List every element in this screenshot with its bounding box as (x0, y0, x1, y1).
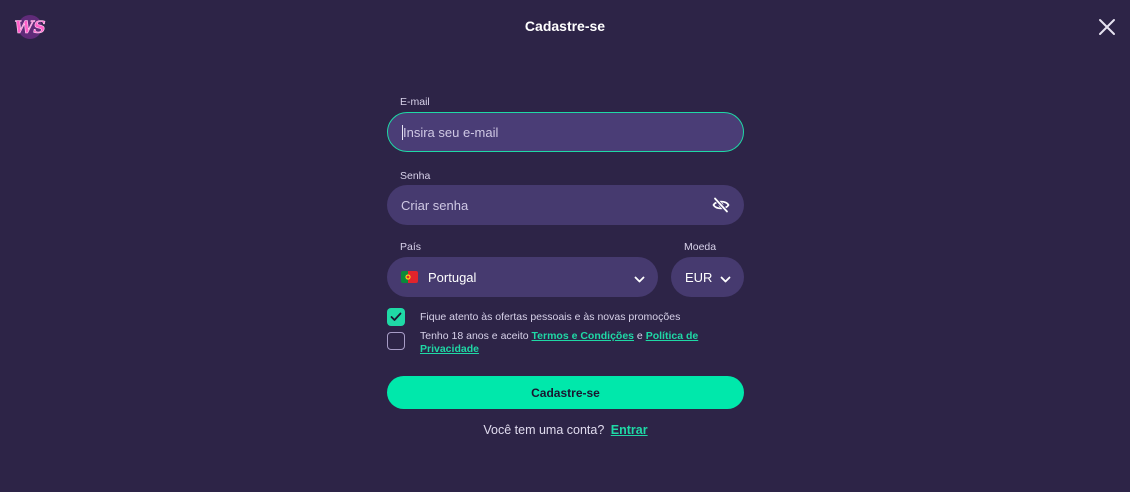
terms-prefix: Tenho 18 anos e aceito (420, 330, 532, 342)
terms-row: Tenho 18 anos e aceito Termos e Condiçõe… (387, 328, 744, 356)
email-input[interactable] (403, 124, 729, 140)
currency-select[interactable]: EUR (671, 257, 744, 297)
offers-row: Fique atento às ofertas pessoais e às no… (387, 308, 744, 326)
checkmark-icon (390, 312, 402, 321)
email-field-wrapper[interactable] (387, 112, 744, 152)
email-label: E-mail (400, 96, 430, 108)
currency-value: EUR (685, 269, 713, 285)
password-input[interactable] (401, 197, 730, 213)
chevron-down-icon (634, 272, 645, 283)
terms-conjunction: e (634, 330, 646, 342)
terms-link[interactable]: Termos e Condições (532, 330, 635, 342)
close-icon[interactable] (1096, 16, 1118, 38)
password-field-wrapper[interactable] (387, 185, 744, 225)
country-value: Portugal (428, 269, 477, 285)
offers-label: Fique atento às ofertas pessoais e às no… (420, 311, 681, 323)
currency-label: Moeda (684, 241, 717, 253)
login-link[interactable]: Entrar (611, 423, 648, 437)
signup-button[interactable]: Cadastre-se (387, 376, 744, 409)
login-prompt: Você tem uma conta? Entrar (387, 423, 744, 437)
country-currency-row: País Portugal Moeda EUR (387, 241, 744, 297)
country-label: País (400, 241, 422, 253)
login-question: Você tem uma conta? (483, 423, 605, 437)
terms-checkbox[interactable] (387, 332, 405, 350)
signup-form: E-mail Senha País (387, 96, 744, 437)
terms-label: Tenho 18 anos e aceito Termos e Condiçõe… (420, 330, 720, 356)
eye-slash-icon[interactable] (712, 196, 730, 214)
page-title: Cadastre-se (524, 18, 606, 34)
password-label: Senha (400, 170, 431, 182)
portugal-flag-icon (401, 271, 418, 283)
offers-checkbox[interactable] (387, 308, 405, 326)
top-bar: WS Cadastre-se (0, 0, 1130, 56)
country-select[interactable]: Portugal (387, 257, 658, 297)
chevron-down-icon (720, 272, 731, 283)
